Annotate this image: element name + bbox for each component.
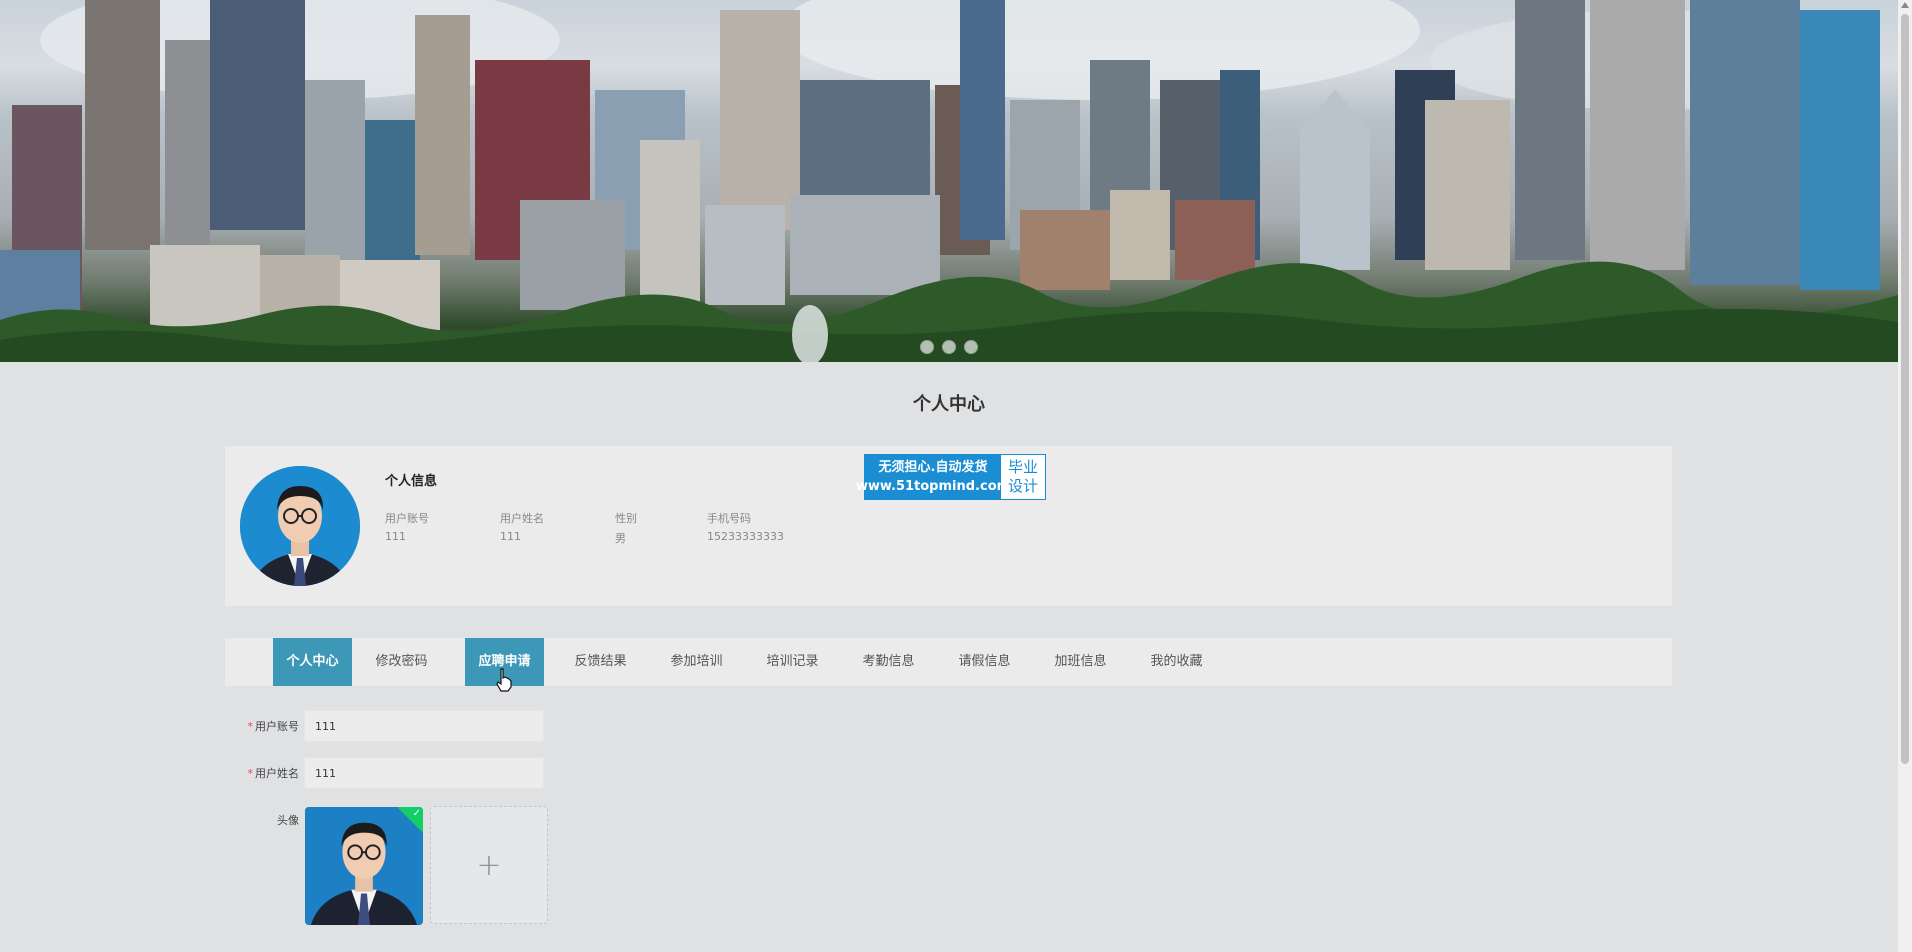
page-scrollbar[interactable] [1898,0,1912,952]
profile-field-phone: 手机号码 15233333333 [707,510,784,543]
tab-attendance[interactable]: 考勤信息 [849,638,928,686]
avatar-label: 头像 [277,814,299,827]
city-skyline-image [0,0,1898,362]
field-label: 性别 [615,512,637,525]
scroll-thumb[interactable] [1901,14,1909,764]
required-asterisk-icon: * [247,767,254,780]
upload-add-button[interactable]: + [430,806,548,924]
name-label-wrap: * 用户姓名 [225,757,300,789]
tab-leave[interactable]: 请假信息 [945,638,1024,686]
tab-feedback-results[interactable]: 反馈结果 [561,638,640,686]
carousel-dot[interactable] [920,340,934,354]
field-value: 111 [385,530,406,543]
avatar-label-wrap: 头像 [225,812,299,832]
tab-change-password[interactable]: 修改密码 [362,638,441,686]
field-label: 用户姓名 [500,512,544,525]
plus-icon: + [476,847,502,883]
field-value: 男 [615,532,626,545]
tab-nav: 个人中心 修改密码 应聘申请 反馈结果 参加培训 培训记录 考勤信息 请假信息 … [225,638,1672,686]
promo-right1: 毕业 [1007,458,1038,476]
carousel-dot[interactable] [964,340,978,354]
name-label: 用户姓名 [255,767,299,780]
person-photo-icon [240,466,360,586]
profile-card: 个人信息 用户账号 111 用户姓名 111 性别 男 手机号码 1523333… [225,446,1672,606]
profile-field-name: 用户姓名 111 [500,510,544,543]
uploaded-avatar-thumbnail[interactable]: ✓ [305,807,423,925]
account-input[interactable] [304,710,544,742]
scroll-up-arrow-icon[interactable] [1901,2,1909,8]
page-title: 个人中心 [913,394,985,415]
tab-favorites[interactable]: 我的收藏 [1137,638,1216,686]
field-label: 用户账号 [385,512,429,525]
profile-field-account: 用户账号 111 [385,510,429,543]
tab-personal-center[interactable]: 个人中心 [273,638,352,686]
promo-badge[interactable]: 无须担心.自动发货 www.51topmind.com 毕业 设计 [856,454,1046,500]
required-asterisk-icon: * [247,720,254,733]
tab-training-records[interactable]: 培训记录 [753,638,832,686]
field-label: 手机号码 [707,512,751,525]
tab-overtime[interactable]: 加班信息 [1041,638,1120,686]
promo-line2: www.51topmind.com [855,479,1011,494]
avatar [240,466,360,586]
carousel-dot[interactable] [942,340,956,354]
field-value: 15233333333 [707,530,784,543]
account-label-wrap: * 用户账号 [225,710,300,742]
tab-join-training[interactable]: 参加培训 [657,638,736,686]
account-label: 用户账号 [255,720,299,733]
profile-section-title: 个人信息 [385,474,438,489]
carousel-indicators [920,340,978,354]
name-input[interactable] [304,757,544,789]
hand-cursor-icon [496,668,512,692]
profile-field-gender: 性别 男 [615,510,637,546]
person-photo-icon [305,807,423,925]
field-value: 111 [500,530,521,543]
promo-right2: 设计 [1007,477,1038,495]
check-icon: ✓ [412,808,421,819]
hero-banner [0,0,1898,362]
promo-line1: 无须担心.自动发货 [878,460,988,475]
